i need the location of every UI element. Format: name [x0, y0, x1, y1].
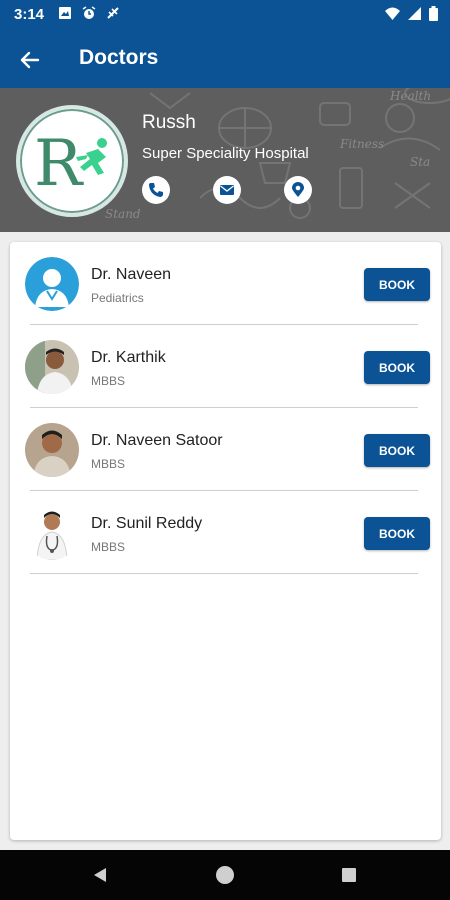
home-circle-icon — [216, 866, 234, 884]
doctor-avatar — [25, 340, 79, 394]
mail-icon — [220, 185, 234, 195]
doctor-specialty: MBBS — [91, 374, 126, 388]
page-title: Doctors — [79, 46, 159, 69]
nav-home-button[interactable] — [213, 863, 237, 887]
book-button[interactable]: BOOK — [364, 517, 430, 550]
doctor-row[interactable]: Dr. Karthik MBBS BOOK — [10, 325, 441, 408]
no-signal-icon — [107, 7, 119, 19]
doctor-specialty: MBBS — [91, 457, 126, 471]
doctor-avatar — [25, 257, 79, 311]
back-triangle-icon — [94, 868, 106, 882]
nav-back-button[interactable] — [88, 863, 112, 887]
status-bar: 3:14 — [0, 0, 450, 30]
hospital-subtitle: Super Speciality Hospital — [142, 145, 309, 162]
doctor-avatar — [25, 423, 79, 477]
doctor-row[interactable]: Dr. Naveen Satoor MBBS BOOK — [10, 408, 441, 491]
svg-text:Health: Health — [389, 89, 431, 103]
svg-text:Stand: Stand — [105, 207, 141, 221]
location-button[interactable] — [284, 176, 312, 204]
book-button[interactable]: BOOK — [364, 434, 430, 467]
doctor-avatar — [25, 506, 79, 560]
doctor-row[interactable]: Dr. Sunil Reddy MBBS BOOK — [10, 491, 441, 574]
hospital-logo: R — [16, 105, 128, 217]
image-icon — [59, 7, 71, 19]
battery-icon — [429, 6, 438, 21]
status-right-icons — [385, 6, 438, 21]
alarm-icon — [82, 6, 96, 19]
book-button[interactable]: BOOK — [364, 351, 430, 384]
hospital-banner: Health Fitness Sta Stand R Russh Super S… — [0, 88, 450, 232]
phone-icon — [149, 183, 163, 197]
status-time: 3:14 — [14, 6, 45, 23]
doctor-name: Dr. Karthik — [91, 349, 166, 366]
logo-letter: R — [34, 127, 84, 201]
status-left-icons — [58, 6, 120, 20]
call-button[interactable] — [142, 176, 170, 204]
svg-text:Fitness: Fitness — [339, 137, 384, 151]
svg-text:Sta: Sta — [410, 155, 430, 169]
nav-recents-button[interactable] — [337, 863, 361, 887]
app-bar: Doctors — [0, 30, 450, 88]
hospital-name: Russh — [142, 112, 196, 133]
back-button[interactable] — [14, 44, 46, 76]
doctor-row[interactable]: Dr. Naveen Pediatrics BOOK — [10, 242, 441, 325]
arrow-left-icon — [20, 51, 40, 69]
system-nav-bar — [0, 850, 450, 900]
location-icon — [292, 182, 304, 197]
doctor-specialty: Pediatrics — [91, 291, 144, 305]
book-button[interactable]: BOOK — [364, 268, 430, 301]
email-button[interactable] — [213, 176, 241, 204]
row-divider — [30, 573, 418, 574]
doctor-name: Dr. Sunil Reddy — [91, 515, 203, 532]
doctor-list-card: Dr. Naveen Pediatrics BOOK Dr. Karthik M… — [10, 242, 441, 840]
recents-square-icon — [342, 868, 356, 882]
doctor-name: Dr. Naveen — [91, 266, 172, 283]
signal-icon — [408, 7, 421, 20]
doctor-specialty: MBBS — [91, 540, 126, 554]
doctor-name: Dr. Naveen Satoor — [91, 432, 223, 449]
wifi-icon — [385, 7, 400, 20]
